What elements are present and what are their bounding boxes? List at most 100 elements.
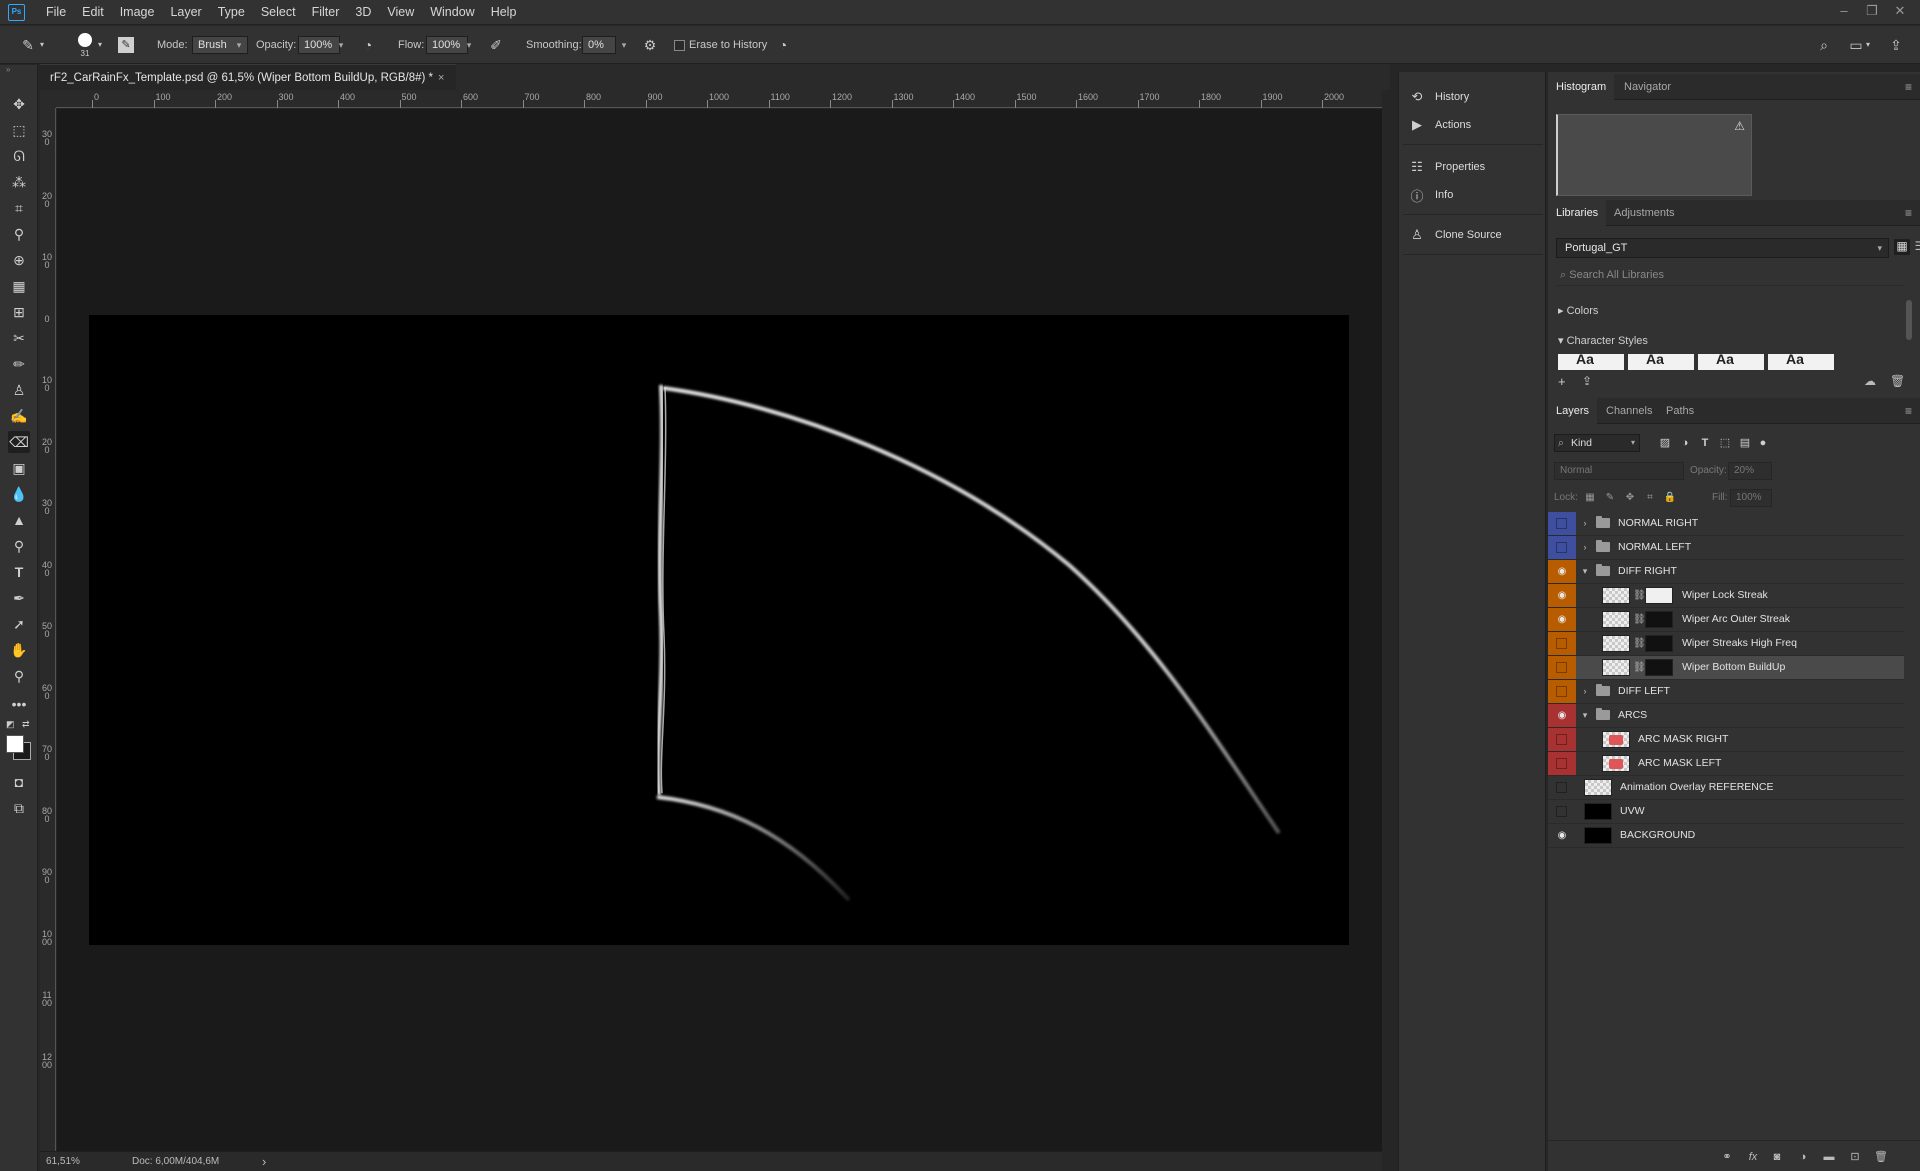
grid-view-icon[interactable]: ▦ <box>1894 239 1910 255</box>
layer-mask-thumbnail[interactable] <box>1645 635 1673 652</box>
horizontal-ruler[interactable]: 0 100 200 300 400 500 600 700 800 900 1000 1100 1200… <box>56 90 1382 108</box>
visibility-toggle[interactable] <box>1548 800 1576 823</box>
layer-mask-thumbnail[interactable] <box>1645 587 1673 604</box>
brush-preview-icon[interactable] <box>78 33 92 47</box>
cloud-sync-icon[interactable]: ☁ <box>1864 374 1876 388</box>
visibility-toggle[interactable] <box>1548 656 1576 679</box>
chevron-right-icon[interactable]: › <box>1580 512 1590 535</box>
type-tool-icon[interactable]: T <box>8 561 30 583</box>
new-group-icon[interactable]: ▬ <box>1820 1148 1838 1166</box>
layer-thumbnail[interactable] <box>1584 803 1612 820</box>
chevron-right-icon[interactable]: › <box>1580 680 1590 703</box>
gradient-tool-icon[interactable]: ▣ <box>8 457 30 479</box>
lock-position-icon[interactable]: ✥ <box>1622 490 1638 506</box>
status-menu-arrow-icon[interactable]: › <box>262 1152 266 1171</box>
mask-link-icon[interactable]: ⛓ <box>1633 656 1646 679</box>
mode-dropdown-icon[interactable]: ▾ <box>232 36 246 54</box>
layer-thumbnail[interactable] <box>1602 635 1630 652</box>
layer-group-row[interactable]: ◉ ▾ ARCS <box>1548 704 1904 728</box>
smoothing-input[interactable]: 0% <box>582 36 616 54</box>
menu-window[interactable]: Window <box>422 0 482 25</box>
layer-thumbnail[interactable] <box>1584 779 1612 796</box>
adjustment-layer-icon[interactable]: ◑ <box>1794 1148 1812 1166</box>
minimize-icon[interactable]: – <box>1830 0 1858 25</box>
layer-opacity-input[interactable]: 20% <box>1728 462 1772 480</box>
tab-channels[interactable]: Channels <box>1598 398 1660 424</box>
layer-row[interactable]: ◉ ⛓ Wiper Arc Outer Streak <box>1548 608 1904 632</box>
vertical-ruler[interactable]: 300 200 100 0 100 200 300 400 500 600 700 800 900 100… <box>40 108 56 1152</box>
library-search[interactable]: ⌕ Search All Libraries <box>1556 266 1913 284</box>
panel-menu-icon[interactable]: ≡ <box>1905 398 1912 424</box>
trash-icon[interactable]: 🗑 <box>1890 374 1905 388</box>
pen-tool-icon[interactable]: ✒ <box>8 587 30 609</box>
sharpen-tool-icon[interactable]: ▲ <box>8 509 30 531</box>
tab-adjustments[interactable]: Adjustments <box>1606 200 1683 226</box>
hand-tool-icon[interactable]: ✋ <box>8 639 30 661</box>
workspace-icon[interactable]: ▭ <box>1846 35 1866 55</box>
layer-group-row[interactable]: › NORMAL LEFT <box>1548 536 1904 560</box>
filter-smart-object-icon[interactable]: ▤ <box>1736 434 1754 452</box>
layer-thumbnail[interactable] <box>1584 827 1612 844</box>
visibility-toggle[interactable]: ◉ <box>1548 584 1576 607</box>
menu-select[interactable]: Select <box>253 0 304 25</box>
path-selection-tool-icon[interactable]: ➚ <box>8 613 30 635</box>
visibility-toggle[interactable] <box>1548 680 1576 703</box>
tool-preset-arrow-icon[interactable]: ▾ <box>40 26 44 64</box>
scrollbar[interactable] <box>1906 300 1912 340</box>
lock-artboard-icon[interactable]: ⌗ <box>1642 490 1658 506</box>
stamp-transform-tool-icon[interactable]: ⊞ <box>8 301 30 323</box>
zoom-tool-icon[interactable]: ⚲ <box>8 665 30 687</box>
toolbox-collapse-icon[interactable]: » <box>6 65 10 74</box>
layer-thumbnail[interactable] <box>1602 755 1630 772</box>
layer-row[interactable]: Animation Overlay REFERENCE <box>1548 776 1904 800</box>
dock-item-info[interactable]: ⓘ Info <box>1407 182 1542 208</box>
tab-libraries[interactable]: Libraries <box>1548 200 1607 226</box>
lock-image-icon[interactable]: ✎ <box>1602 490 1618 506</box>
magic-wand-tool-icon[interactable]: ⁂ <box>8 171 30 193</box>
link-layers-icon[interactable]: ⚭ <box>1718 1148 1736 1166</box>
panel-menu-icon[interactable]: ≡ <box>1905 200 1912 226</box>
warning-icon[interactable]: ⚠ <box>1734 119 1745 133</box>
layer-thumbnail[interactable] <box>1602 611 1630 628</box>
character-style-swatch[interactable]: Aa <box>1628 354 1694 370</box>
add-icon[interactable]: + <box>1558 374 1566 389</box>
opacity-dropdown-icon[interactable]: ▾ <box>334 36 348 54</box>
search-icon[interactable]: ⌕ <box>1814 35 1834 55</box>
upload-icon[interactable]: ⇪ <box>1582 374 1592 388</box>
brush-tool-icon[interactable]: ✏ <box>8 353 30 375</box>
ruler-origin[interactable] <box>40 90 56 108</box>
menu-file[interactable]: File <box>38 0 74 25</box>
layer-thumbnail[interactable] <box>1602 587 1630 604</box>
chevron-right-icon[interactable]: › <box>1580 536 1590 559</box>
filter-pixel-icon[interactable]: ▨ <box>1656 434 1674 452</box>
smoothing-gear-icon[interactable]: ⚙ <box>640 35 660 55</box>
panel-menu-icon[interactable]: ≡ <box>1905 74 1912 100</box>
visibility-toggle[interactable] <box>1548 632 1576 655</box>
layer-row[interactable]: ◉ ⛓ Wiper Lock Streak <box>1548 584 1904 608</box>
filter-toggle-icon[interactable]: ● <box>1754 434 1772 452</box>
zoom-level[interactable]: 61,51% <box>46 1152 80 1171</box>
lock-transparent-icon[interactable]: ▦ <box>1582 490 1598 506</box>
restore-icon[interactable]: ❐ <box>1858 0 1886 25</box>
layer-style-fx-icon[interactable]: fx <box>1744 1148 1762 1166</box>
blur-tool-icon[interactable]: 💧 <box>8 483 30 505</box>
visibility-toggle[interactable]: ◉ <box>1548 704 1576 727</box>
close-document-icon[interactable]: × <box>438 65 444 91</box>
menu-image[interactable]: Image <box>112 0 163 25</box>
visibility-toggle[interactable]: ◉ <box>1548 560 1576 583</box>
character-style-swatch[interactable]: Aa <box>1558 354 1624 370</box>
visibility-toggle[interactable] <box>1548 776 1576 799</box>
layer-row[interactable]: ARC MASK RIGHT <box>1548 728 1904 752</box>
delete-layer-icon[interactable]: 🗑 <box>1872 1148 1890 1166</box>
chevron-down-icon[interactable]: ▾ <box>1580 704 1590 727</box>
add-mask-icon[interactable]: ◙ <box>1768 1148 1786 1166</box>
filter-shape-icon[interactable]: ⬚ <box>1716 434 1734 452</box>
layer-filter-kind-select[interactable]: ⌕ Kind ▾ <box>1554 434 1640 452</box>
menu-help[interactable]: Help <box>483 0 525 25</box>
foreground-color-swatch[interactable] <box>6 735 24 753</box>
eyedropper-tool-icon[interactable]: ⚲ <box>8 223 30 245</box>
layer-mask-thumbnail[interactable] <box>1645 659 1673 676</box>
move-tool-icon[interactable]: ✥ <box>8 93 30 115</box>
share-icon[interactable]: ⇪ <box>1886 35 1906 55</box>
more-tools-icon[interactable]: ••• <box>8 693 30 715</box>
